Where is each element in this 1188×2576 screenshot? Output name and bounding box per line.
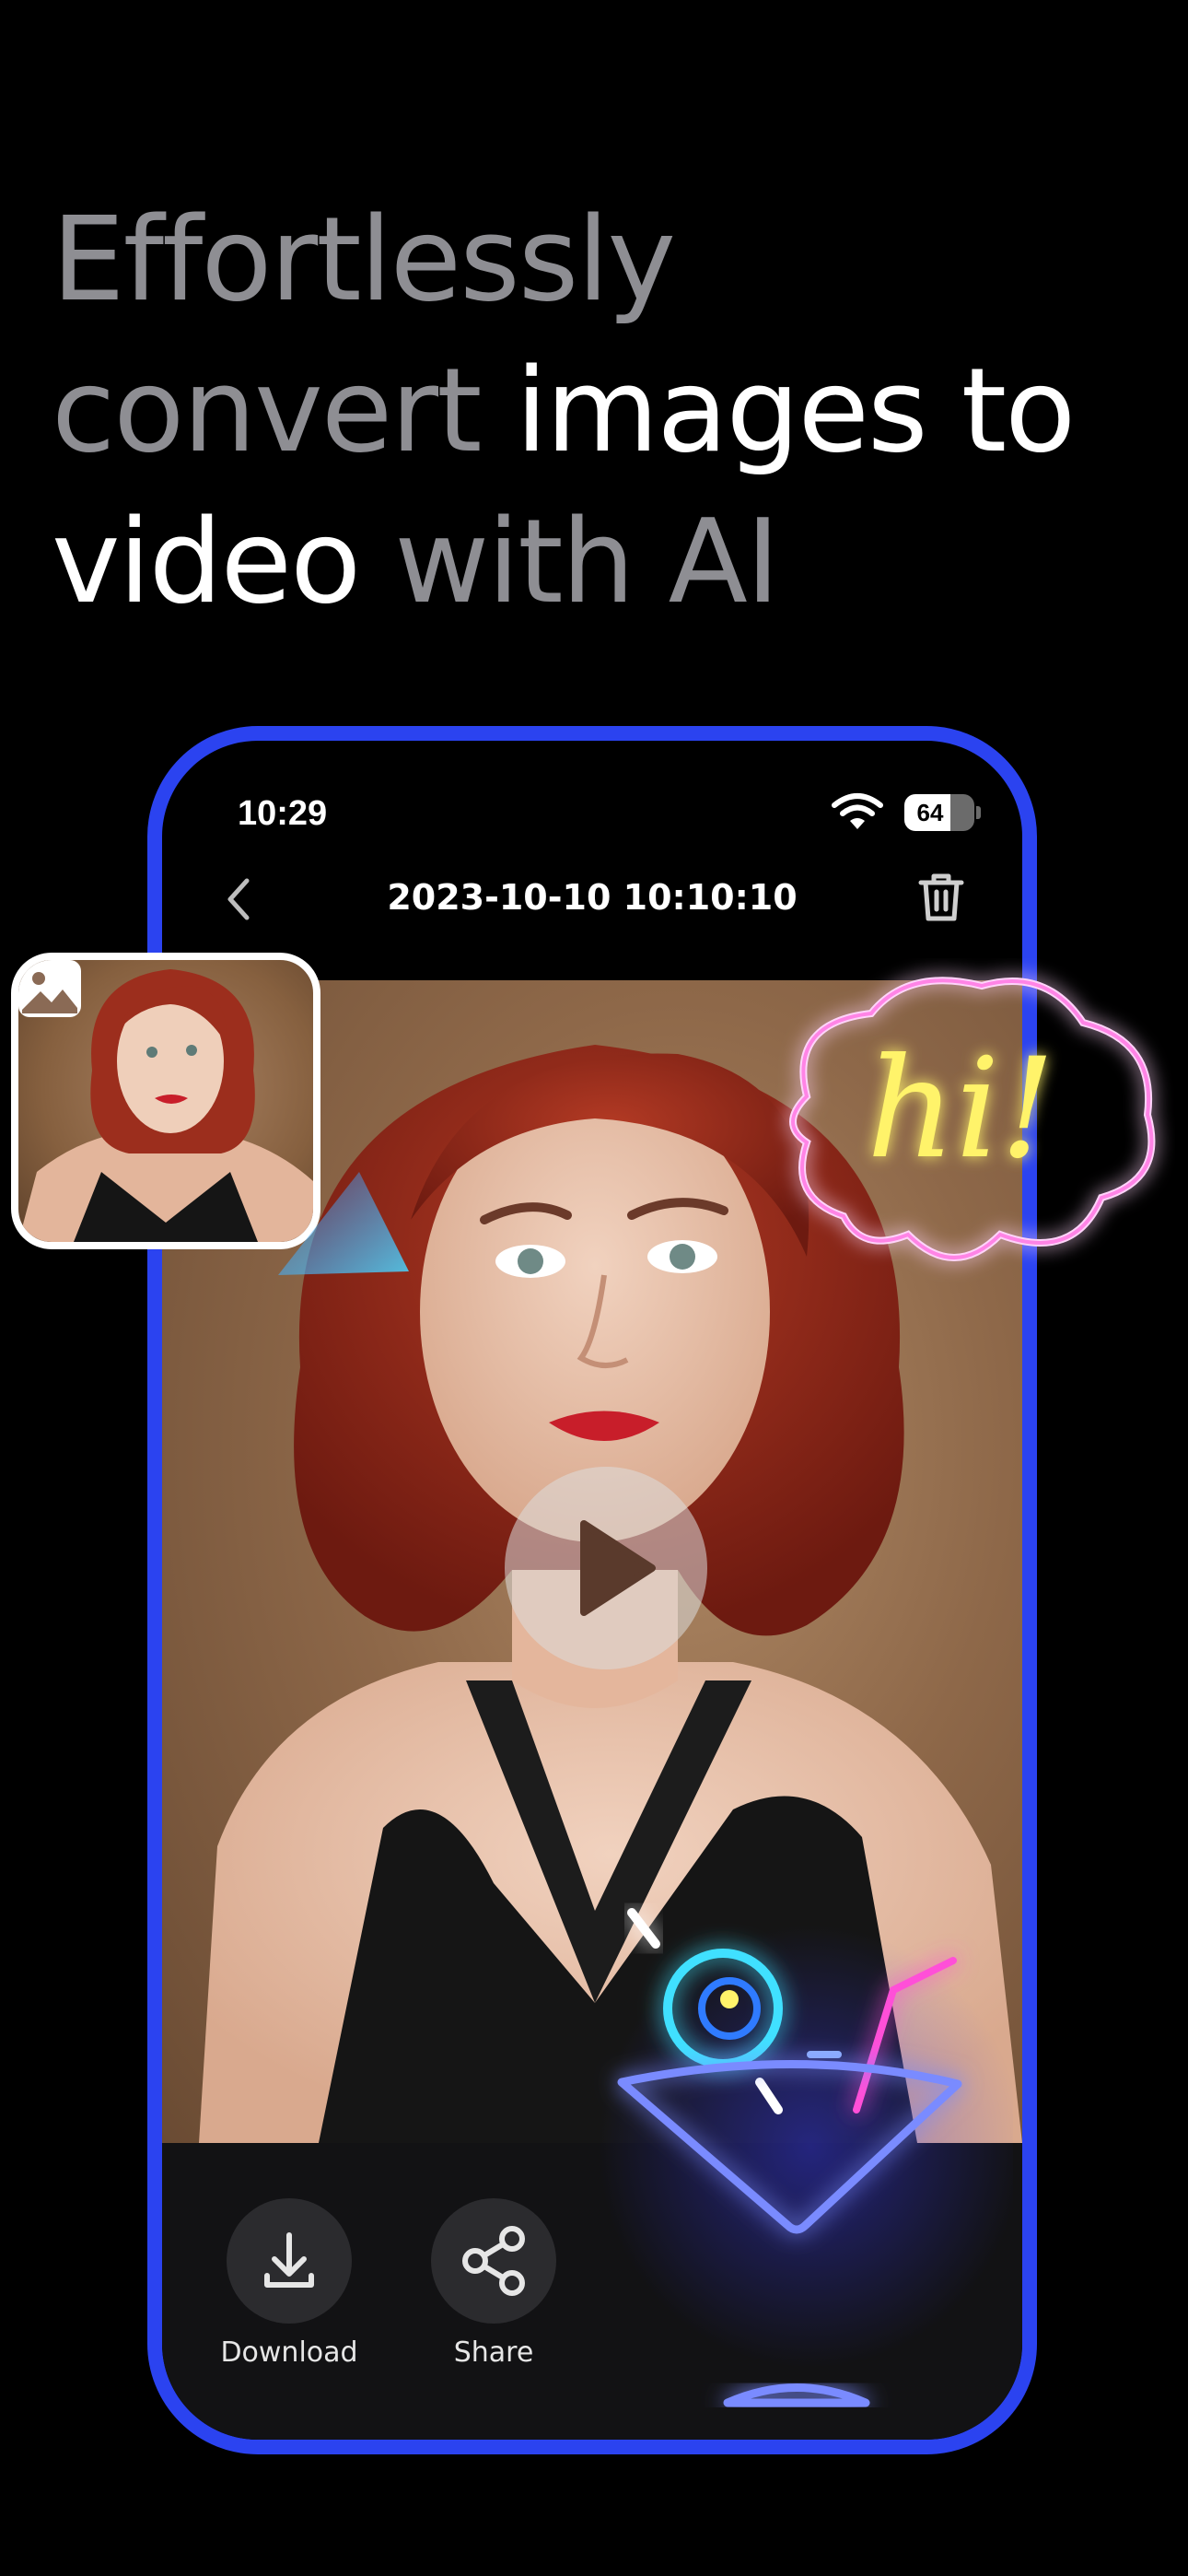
share-label: Share xyxy=(453,2336,534,2369)
status-bar: 10:29 64 xyxy=(162,741,1022,833)
headline-images-to: images to xyxy=(515,343,1077,478)
headline-effortlessly: Effortlessly xyxy=(52,192,676,327)
nav-bar: 2023-10-10 10:10:10 xyxy=(162,851,1022,943)
headline-video: video xyxy=(52,494,361,629)
wifi-icon xyxy=(832,793,883,829)
status-time: 10:29 xyxy=(238,794,328,833)
share-button[interactable]: Share xyxy=(420,2198,567,2369)
headline-convert: convert xyxy=(52,343,516,478)
pointer-triangle xyxy=(278,1172,409,1275)
download-icon xyxy=(264,2232,314,2288)
neon-cocktail-glass xyxy=(599,1908,1013,2407)
nav-title: 2023-10-10 10:10:10 xyxy=(387,877,798,918)
play-button[interactable] xyxy=(505,1467,707,1669)
neon-hi-text: hi! xyxy=(867,1029,1055,1189)
download-button[interactable]: Download xyxy=(215,2198,363,2369)
battery-icon: 64 xyxy=(904,794,982,831)
trash-icon[interactable] xyxy=(915,870,967,925)
neon-speech-bubble: hi! xyxy=(789,977,1156,1261)
play-icon xyxy=(580,1520,656,1616)
share-icon xyxy=(462,2226,525,2296)
headline-with-ai: with AI xyxy=(359,494,780,629)
download-label: Download xyxy=(220,2336,358,2369)
hero-headline: Effortlessly convert images to video with … xyxy=(52,184,1157,638)
image-icon xyxy=(18,960,81,1017)
battery-level: 64 xyxy=(916,799,944,826)
